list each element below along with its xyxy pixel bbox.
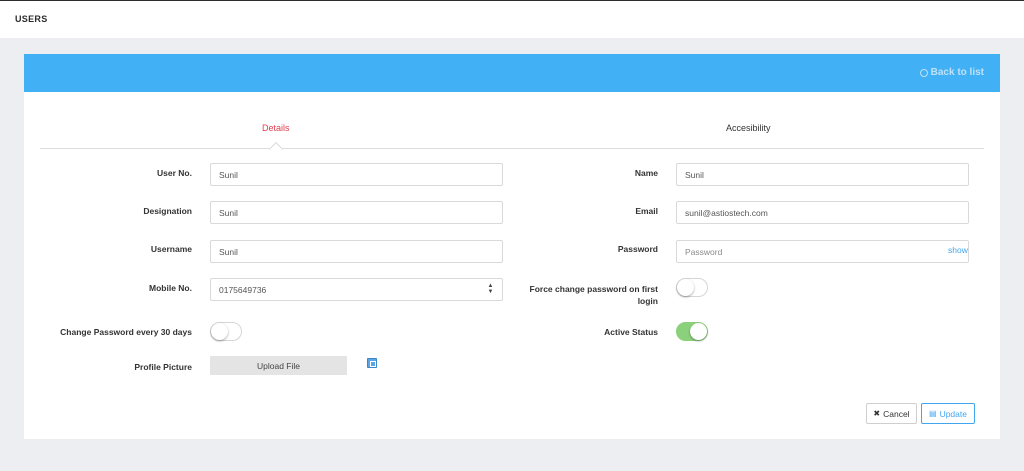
force-change-toggle[interactable]	[676, 278, 708, 297]
change-password-30-label: Change Password every 30 days	[60, 327, 192, 337]
back-to-list-label: Back to list	[930, 67, 984, 78]
tab-bar: Details Accesibility	[40, 119, 984, 157]
show-password-link[interactable]: show	[948, 245, 968, 255]
stepper-down-icon[interactable]: ▼	[488, 289, 494, 295]
update-button[interactable]: ▤ Update	[921, 403, 975, 424]
force-change-label-line1: Force change password on first	[529, 284, 658, 294]
update-label: Update	[939, 408, 967, 419]
save-icon: ▤	[929, 409, 937, 418]
profile-picture-label: Profile Picture	[134, 362, 192, 372]
times-icon: ✖	[873, 409, 881, 418]
mobile-no-label: Mobile No.	[149, 283, 192, 293]
page-title: USERS	[15, 14, 48, 24]
back-circle-icon	[919, 68, 928, 77]
mobile-no-value: 0175649736	[219, 284, 267, 295]
toggle-knob	[211, 323, 228, 340]
name-label: Name	[634, 168, 658, 178]
mobile-no-input[interactable]: 0175649736 ▲ ▼	[210, 278, 503, 301]
force-change-label: Force change password on first login	[504, 283, 658, 307]
tab-accesibility[interactable]: Accesibility	[726, 123, 771, 133]
toggle-knob	[690, 323, 707, 340]
active-status-toggle[interactable]	[676, 322, 708, 341]
password-input[interactable]: Password	[676, 240, 969, 263]
username-input[interactable]: Sunil	[210, 240, 503, 263]
user-no-input[interactable]: Sunil	[210, 163, 503, 186]
email-input[interactable]: sunil@astiostech.com	[676, 201, 969, 224]
active-tab-caret	[268, 141, 284, 157]
number-stepper[interactable]: ▲ ▼	[487, 283, 494, 295]
toggle-knob	[677, 279, 694, 296]
back-to-list-link[interactable]: Back to list	[919, 67, 984, 78]
top-bar: USERS	[0, 0, 1024, 38]
force-change-label-line2: login	[637, 296, 658, 306]
active-status-label: Active Status	[604, 327, 658, 337]
name-input[interactable]: Sunil	[676, 163, 969, 186]
file-image-icon[interactable]	[367, 358, 377, 368]
cancel-label: Cancel	[883, 408, 910, 419]
password-label: Password	[617, 244, 658, 254]
cancel-button[interactable]: ✖ Cancel	[866, 403, 917, 424]
change-password-30-toggle[interactable]	[210, 322, 242, 341]
user-no-label: User No.	[157, 168, 192, 178]
designation-input[interactable]: Sunil	[210, 201, 503, 224]
card-header: Back to list	[24, 54, 1000, 92]
user-form-card: Back to list Details Accesibility User N…	[24, 54, 1000, 439]
designation-label: Designation	[143, 206, 192, 216]
username-label: Username	[150, 244, 192, 254]
email-label: Email	[635, 206, 658, 216]
upload-file-button[interactable]: Upload File	[210, 356, 347, 375]
tab-details[interactable]: Details	[262, 123, 290, 133]
